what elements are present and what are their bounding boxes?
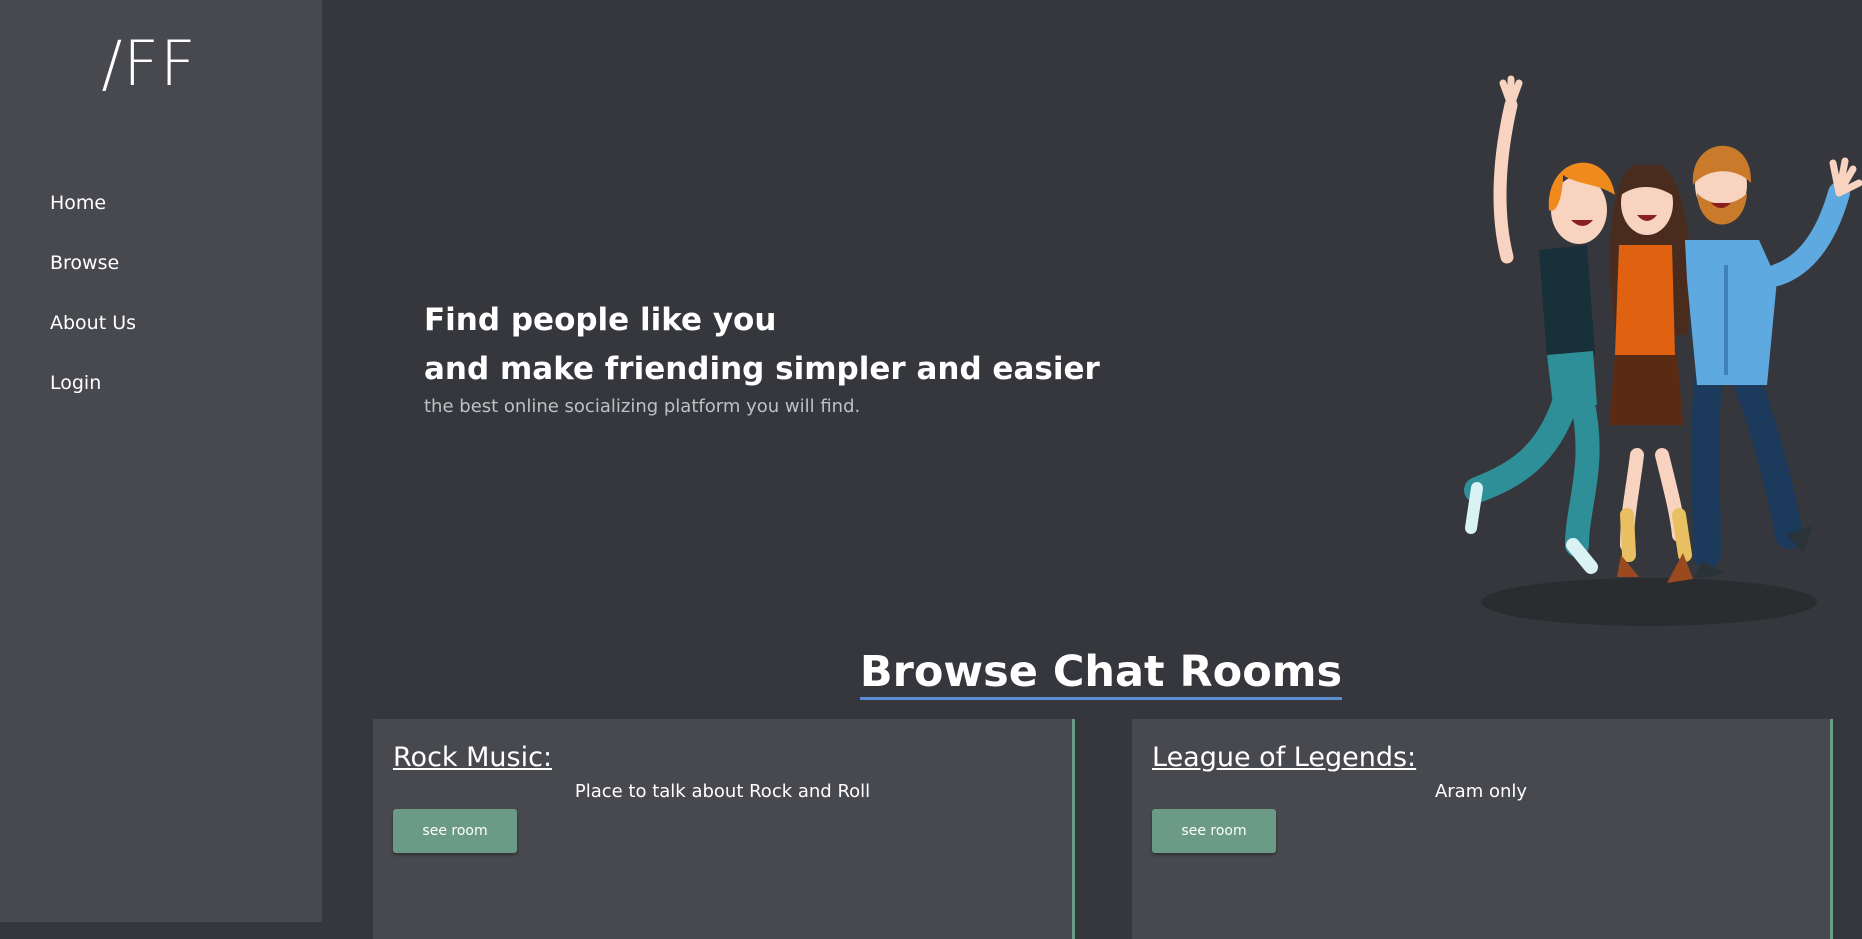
- nav-item-home[interactable]: Home: [50, 189, 136, 249]
- see-room-button[interactable]: see room: [1152, 809, 1276, 853]
- site-logo[interactable]: /FF: [0, 29, 298, 98]
- woman-orange-hair-figure: [1464, 75, 1615, 574]
- three-friends-illustration: [1464, 75, 1862, 626]
- room-description: Place to talk about Rock and Roll: [574, 781, 871, 802]
- sidebar-nav: Home Browse About Us Login: [50, 189, 136, 429]
- hero-text: Find people like you and make friending …: [424, 296, 1100, 417]
- see-room-button[interactable]: see room: [393, 809, 517, 853]
- browse-chat-rooms-title: Browse Chat Rooms: [859, 647, 1343, 700]
- room-description: Aram only: [1434, 781, 1528, 802]
- hero-headline-line-2: and make friending simpler and easier: [424, 351, 1100, 387]
- room-name: Rock Music:: [393, 742, 553, 773]
- man-bearded-figure: [1685, 145, 1862, 579]
- main-content: Find people like you and make friending …: [322, 0, 1862, 939]
- room-name: League of Legends:: [1152, 742, 1417, 773]
- woman-brown-hair-figure: [1609, 165, 1693, 583]
- browse-chat-rooms-heading: Browse Chat Rooms: [322, 645, 1862, 700]
- nav-item-browse[interactable]: Browse: [50, 249, 136, 309]
- hero-headline-line-1: Find people like you: [424, 302, 777, 338]
- room-card-rock-music: Rock Music: Place to talk about Rock and…: [373, 719, 1075, 939]
- nav-item-login[interactable]: Login: [50, 369, 136, 429]
- sidebar: /FF Home Browse About Us Login: [0, 0, 322, 922]
- room-card-league-of-legends: League of Legends: Aram only see room: [1132, 719, 1833, 939]
- nav-item-about-us[interactable]: About Us: [50, 309, 136, 369]
- hero-subtitle: the best online socializing platform you…: [424, 396, 861, 417]
